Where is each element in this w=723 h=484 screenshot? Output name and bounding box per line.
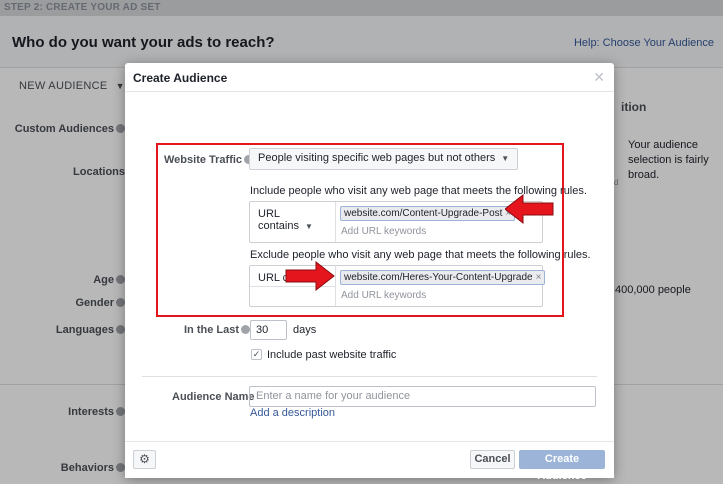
- remove-tag-icon[interactable]: ×: [536, 272, 542, 283]
- include-condition-label: URL contains: [258, 208, 299, 232]
- audience-name-label: Audience Name: [172, 391, 255, 403]
- website-traffic-value: People visiting specific web pages but n…: [258, 152, 496, 164]
- include-url-tag[interactable]: website.com/Content-Upgrade-Post ×: [340, 206, 516, 221]
- chevron-down-icon: ▼: [304, 222, 313, 231]
- include-past-checkbox[interactable]: ✓: [251, 349, 262, 360]
- add-description-link[interactable]: Add a description: [250, 407, 335, 419]
- chevron-down-icon: ▼: [501, 154, 510, 163]
- audience-name-input[interactable]: Enter a name for your audience: [249, 386, 596, 407]
- gear-icon[interactable]: ⚙: [133, 450, 156, 469]
- exclude-condition-label: URL c: [258, 272, 289, 284]
- website-traffic-select[interactable]: People visiting specific web pages but n…: [249, 148, 519, 170]
- days-input[interactable]: 30: [250, 320, 287, 340]
- in-the-last-label: In the Last: [184, 324, 251, 336]
- include-condition-select[interactable]: URL contains ▼: [250, 202, 336, 242]
- arrow-left-icon: [505, 194, 554, 224]
- cancel-button[interactable]: Cancel: [470, 450, 515, 469]
- exclude-keywords-input[interactable]: Add URL keywords: [341, 290, 426, 301]
- exclude-rules-text: Exclude people who visit any web page th…: [250, 249, 591, 261]
- create-audience-button[interactable]: Create Audience: [519, 450, 605, 482]
- create-audience-dialog: Create Audience ✕ Website Traffic People…: [125, 63, 614, 482]
- days-label: days: [293, 324, 317, 336]
- dialog-footer: ⚙ Cancel Create Audience: [125, 441, 614, 482]
- website-traffic-label: Website Traffic: [164, 154, 254, 166]
- close-icon[interactable]: ✕: [593, 69, 605, 86]
- include-rule-box: URL contains ▼ website.com/Content-Upgrad…: [249, 201, 543, 243]
- dialog-header: Create Audience: [125, 63, 614, 92]
- dialog-title: Create Audience: [133, 71, 228, 85]
- exclude-url-tag[interactable]: website.com/Heres-Your-Content-Upgrade ×: [340, 270, 546, 285]
- include-past-label: Include past website traffic: [267, 349, 397, 361]
- help-icon: [241, 325, 251, 334]
- include-keywords-input[interactable]: Add URL keywords: [341, 226, 426, 237]
- arrow-right-icon: [285, 261, 335, 291]
- divider: [142, 376, 597, 377]
